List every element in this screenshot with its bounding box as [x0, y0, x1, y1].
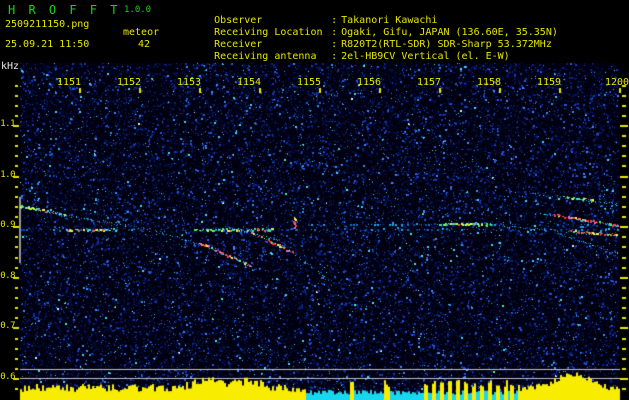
time-tick-label: 1156 [357, 77, 382, 88]
station-info: Observer: Takanori Kawachi Receiving Loca… [178, 3, 558, 62]
time-tick-label: 1158 [477, 77, 502, 88]
app-version: 1.0.0 [124, 5, 152, 15]
time-tick-label: 1152 [117, 77, 142, 88]
freq-tick-label: 0.7 [0, 321, 15, 331]
hrofft-window: H R O F F T 1.0.0 2509211150.png meteor … [0, 0, 629, 400]
app-title: H R O F F T [8, 3, 121, 17]
info-value: Takanori Kawachi [341, 15, 438, 26]
freq-axis-unit: kHz [1, 61, 20, 72]
info-label: Receiving antenna [214, 51, 317, 62]
info-separator: : [331, 51, 338, 62]
observation-mode: meteor [123, 27, 160, 38]
time-tick-label: 1153 [177, 77, 202, 88]
output-filename: 2509211150.png [5, 19, 90, 30]
info-row-observer: Observer: Takanori Kawachi [178, 3, 558, 26]
info-separator: : [331, 15, 338, 26]
info-value: 2el-HB9CV Vertical (el. E-W) [341, 51, 510, 62]
info-separator: : [331, 39, 338, 50]
time-tick-label: 1154 [237, 77, 262, 88]
freq-tick-label: 0.9 [0, 220, 15, 230]
time-tick-label: 1157 [417, 77, 442, 88]
info-value: Ogaki, Gifu, JAPAN (136.60E, 35.35N) [341, 27, 558, 38]
info-value: R820T2(RTL-SDR) SDR-Sharp 53.372MHz [341, 39, 552, 50]
freq-tick-label: 1.1 [0, 119, 15, 129]
freq-tick-label: 0.6 [0, 372, 15, 382]
time-tick-label: 1200 [605, 77, 629, 88]
time-tick-label: 1159 [537, 77, 562, 88]
freq-tick-label: 0.8 [0, 271, 15, 281]
time-tick-label: 1151 [57, 77, 82, 88]
date-time: 25.09.21 11:50 [5, 39, 90, 50]
time-tick-label: 1155 [297, 77, 322, 88]
info-label: Observer [214, 15, 263, 26]
info-label: Receiving Location [214, 27, 323, 38]
info-label: Receiver [214, 39, 263, 50]
info-separator: : [331, 27, 338, 38]
freq-tick-label: 1.0 [0, 170, 15, 180]
echo-count: 42 [138, 39, 151, 50]
